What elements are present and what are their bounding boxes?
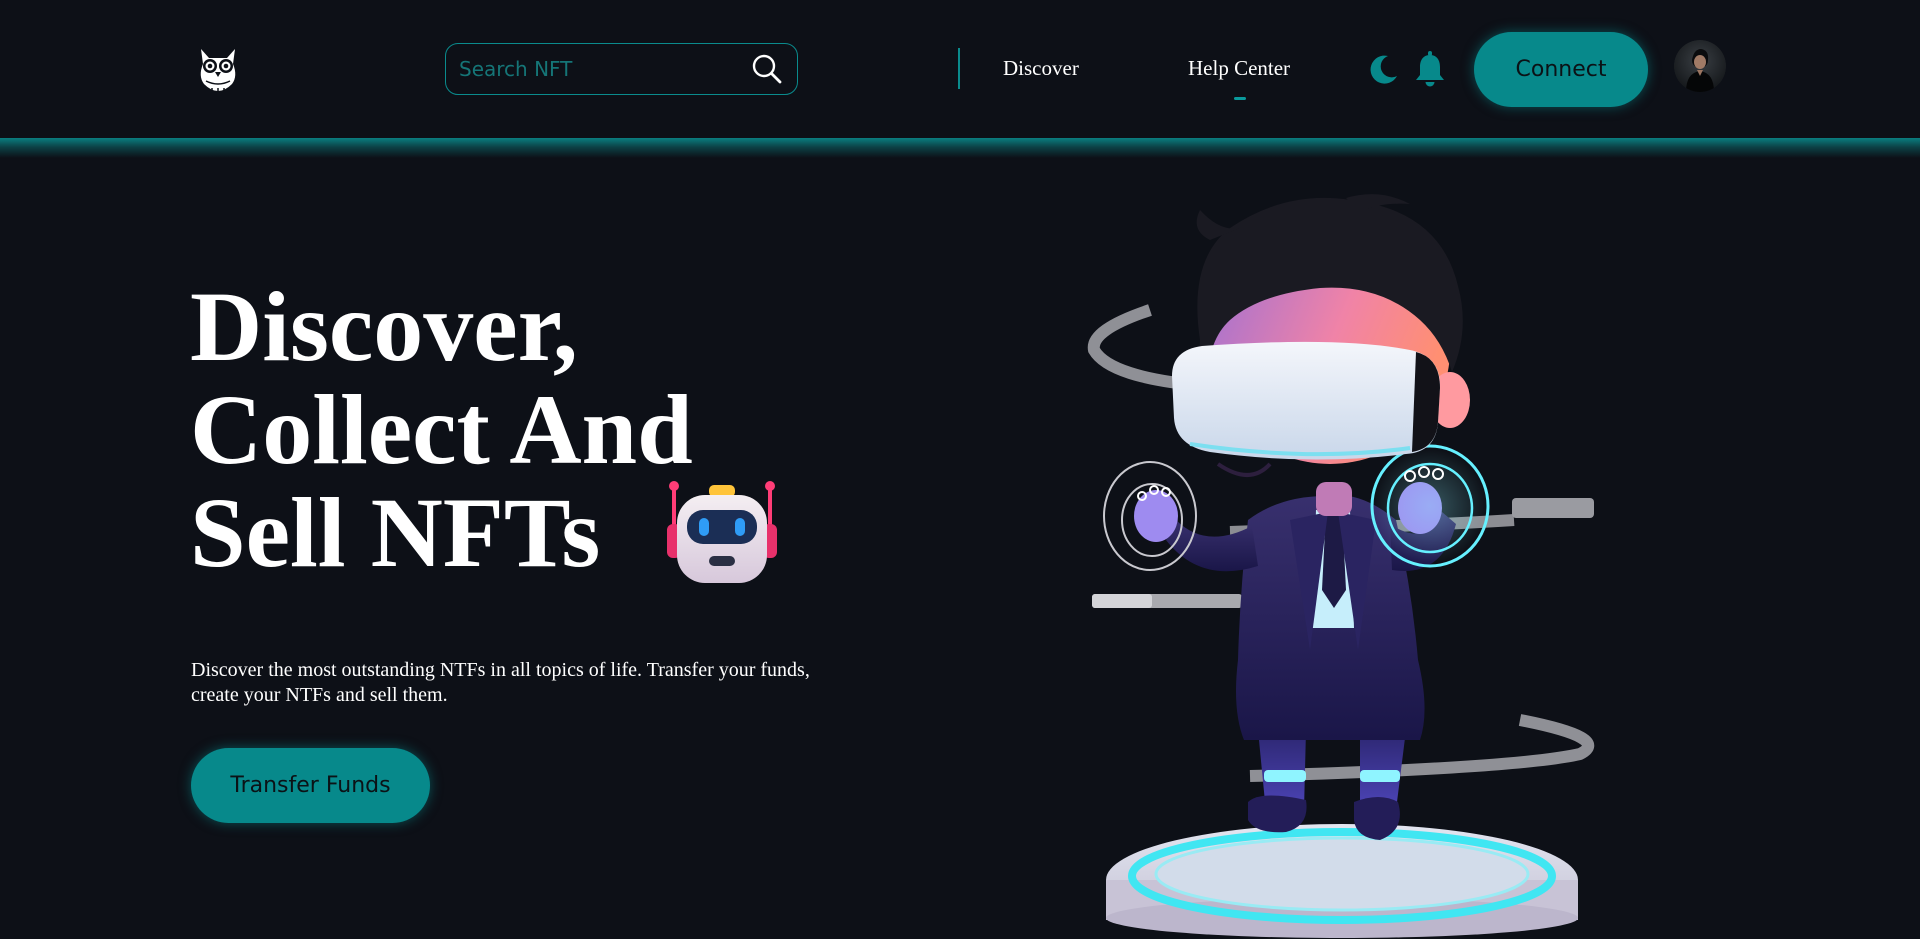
active-nav-indicator <box>1234 97 1246 100</box>
hero-title-line: Collect And <box>190 374 693 485</box>
nav-divider <box>958 48 960 89</box>
hero-title-line: Sell NFTs <box>190 477 601 588</box>
owl-logo-icon[interactable] <box>196 44 240 92</box>
robot-icon <box>665 480 779 588</box>
transfer-funds-button[interactable]: Transfer Funds <box>191 748 430 823</box>
hero-title: Discover, Collect And Sell NFTs <box>190 275 890 584</box>
moon-icon[interactable] <box>1366 52 1400 86</box>
hero-title-line: Discover, <box>190 271 578 382</box>
vr-character-illustration <box>1080 190 1620 939</box>
nav-link-discover[interactable]: Discover <box>1003 56 1079 81</box>
navbar: Discover Help Center Connect <box>0 0 1920 158</box>
header-glow-divider <box>0 138 1920 158</box>
nav-link-help-center[interactable]: Help Center <box>1188 56 1290 81</box>
search-box <box>445 43 798 95</box>
page: Discover Help Center Connect <box>0 0 1920 939</box>
search-icon[interactable] <box>751 53 783 85</box>
user-avatar[interactable] <box>1674 40 1726 92</box>
connect-button[interactable]: Connect <box>1474 32 1648 107</box>
search-input[interactable] <box>459 44 739 93</box>
bell-icon[interactable] <box>1414 51 1446 87</box>
hero-description: Discover the most outstanding NTFs in al… <box>191 659 810 706</box>
